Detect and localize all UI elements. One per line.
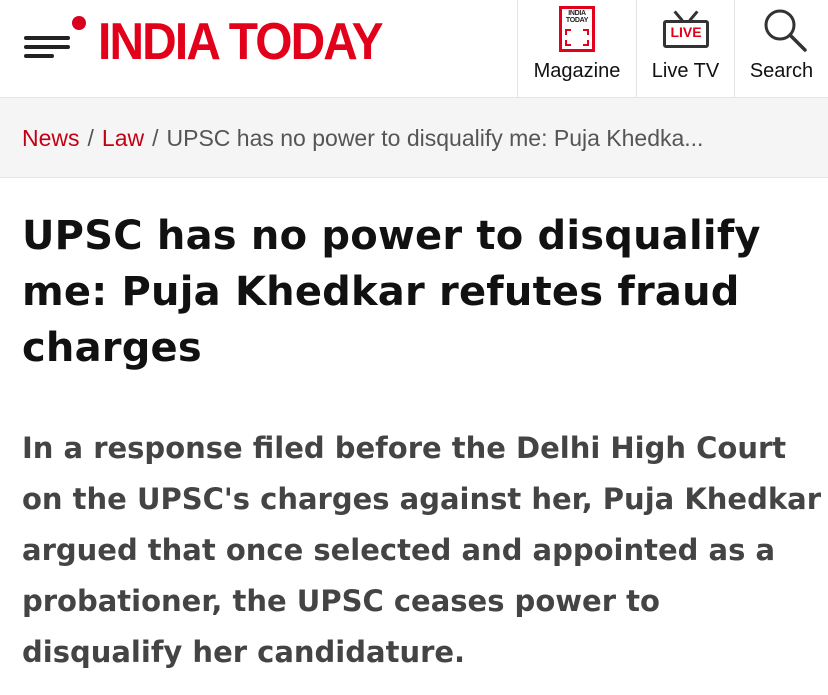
site-logo[interactable]: INDIA TODAY [98,14,384,70]
nav-search-label: Search [749,60,814,82]
breadcrumb-link-law[interactable]: Law [102,125,144,151]
breadcrumb-separator: / [152,125,159,151]
breadcrumb-bar: News / Law / UPSC has no power to disqualify… [0,98,828,178]
live-tv-icon: LIVE [663,10,709,48]
nav-search[interactable]: Search [734,0,828,97]
nav-magazine-label: Magazine [533,60,621,82]
nav-magazine[interactable]: INDIA TODAY Magazine [517,0,636,97]
breadcrumb-current: UPSC has no power to disqualify me: Puja… [166,125,704,151]
breadcrumb-link-news[interactable]: News [22,125,80,151]
breadcrumb: News / Law / UPSC has no power to disqualify… [22,124,812,152]
menu-icon[interactable] [24,14,94,64]
breadcrumb-separator: / [87,125,94,151]
site-header: INDIA TODAY INDIA TODAY Magazine LIVE Li… [0,0,828,98]
article-headline: UPSC has no power to disqualify me: Puja… [22,213,761,371]
search-icon [764,9,807,52]
article-summary: In a response filed before the Delhi Hig… [22,431,822,669]
magazine-icon: INDIA TODAY [559,6,595,52]
notification-dot [72,16,86,30]
nav-live-tv-label: Live TV [651,60,720,82]
nav-live-tv[interactable]: LIVE Live TV [636,0,734,97]
